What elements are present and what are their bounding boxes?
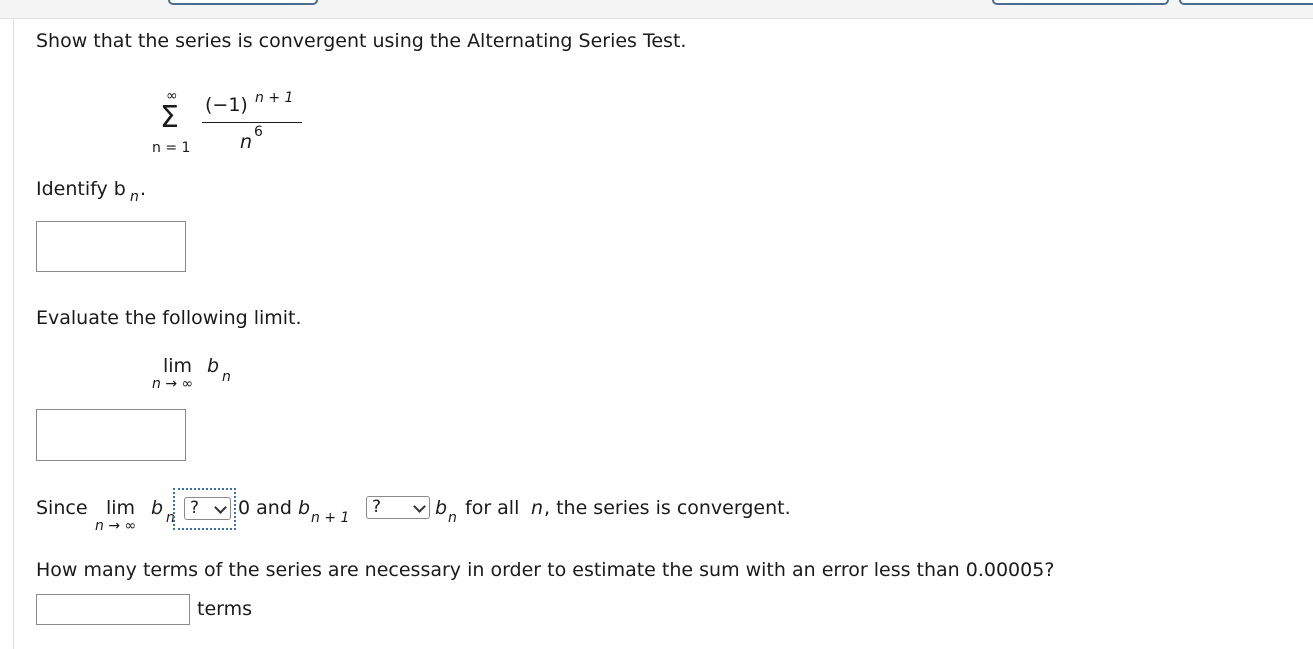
toolbar-button[interactable] bbox=[168, 0, 318, 5]
bn-answer-input[interactable] bbox=[36, 221, 186, 272]
denominator-base: n bbox=[240, 131, 253, 153]
limit-b: b bbox=[207, 355, 220, 377]
fraction-bar bbox=[202, 122, 302, 123]
since-lim-under: n → ∞ bbox=[95, 518, 137, 534]
select-1-value: ? bbox=[190, 498, 200, 518]
numerator-base: (−1) bbox=[205, 94, 248, 116]
since-b3: b bbox=[435, 497, 448, 519]
for-all-text: for all bbox=[465, 497, 520, 519]
sigma-lower-limit: n = 1 bbox=[152, 140, 191, 156]
for-all-n: n bbox=[531, 497, 544, 519]
since-lim: lim bbox=[106, 497, 136, 519]
identify-period: . bbox=[140, 178, 147, 200]
question-prompt: Show that the series is convergent using… bbox=[36, 30, 687, 52]
denominator-exponent: 6 bbox=[254, 124, 263, 140]
limit-under: n → ∞ bbox=[152, 376, 194, 392]
toolbar-button[interactable] bbox=[992, 0, 1169, 5]
top-toolbar bbox=[0, 0, 1313, 19]
since-b: b bbox=[151, 497, 164, 519]
since-b2: b bbox=[298, 497, 311, 519]
select-2-value: ? bbox=[372, 497, 382, 517]
since-b3-subscript: n bbox=[448, 510, 457, 526]
chevron-down-icon bbox=[214, 501, 227, 514]
identify-text: Identify b bbox=[36, 178, 126, 200]
relation-select-1[interactable]: ? bbox=[184, 497, 231, 520]
since-text: Since bbox=[36, 497, 88, 519]
toolbar-button[interactable] bbox=[1179, 0, 1313, 5]
chevron-down-icon bbox=[413, 500, 426, 513]
sigma-symbol: Σ bbox=[160, 100, 179, 135]
content-border bbox=[13, 19, 14, 649]
identify-subscript: n bbox=[130, 189, 139, 205]
terms-question: How many terms of the series are necessa… bbox=[36, 559, 1055, 581]
zero-and-text: 0 and bbox=[238, 497, 292, 519]
limit-answer-input[interactable] bbox=[36, 409, 186, 461]
terms-unit-label: terms bbox=[197, 598, 253, 620]
conclusion-text: , the series is convergent. bbox=[544, 497, 791, 519]
lim-text: lim bbox=[163, 355, 193, 377]
since-b2-subscript: n + 1 bbox=[311, 510, 350, 526]
numerator-exponent: n + 1 bbox=[255, 90, 294, 106]
relation-select-2[interactable]: ? bbox=[366, 496, 430, 519]
evaluate-prompt: Evaluate the following limit. bbox=[36, 307, 302, 329]
limit-b-subscript: n bbox=[222, 369, 231, 385]
terms-answer-input[interactable] bbox=[36, 594, 190, 625]
